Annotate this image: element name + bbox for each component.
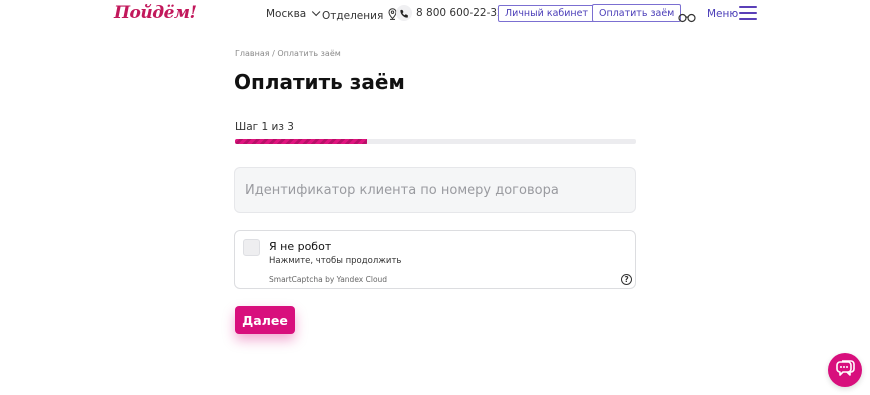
cabinet-button[interactable]: Личный кабинет — [498, 5, 596, 22]
city-selector[interactable]: Москва — [266, 7, 321, 20]
captcha-title: Я не робот — [269, 240, 332, 253]
step-progress-fill — [235, 139, 368, 144]
page-title: Оплатить заём — [234, 70, 405, 94]
city-label: Москва — [266, 8, 307, 20]
chat-icon — [835, 359, 855, 381]
next-button[interactable]: Далее — [235, 306, 295, 334]
menu-label[interactable]: Меню — [707, 8, 738, 20]
captcha-widget[interactable]: Я не робот Нажмите, чтобы продолжить Sma… — [234, 230, 636, 289]
step-indicator: Шаг 1 из 3 — [235, 121, 294, 133]
phone-icon — [396, 5, 412, 21]
captcha-subtitle: Нажмите, чтобы продолжить — [269, 256, 402, 266]
logo[interactable]: Пойдём! — [114, 3, 197, 23]
burger-menu-icon[interactable] — [739, 6, 757, 20]
phone-number: 8 800 600-22-32 — [416, 7, 504, 19]
step-progress-bar — [235, 139, 636, 144]
client-id-input[interactable]: Идентификатор клиента по номеру договора — [234, 167, 636, 213]
chat-button[interactable] — [828, 353, 862, 387]
captcha-brand[interactable]: SmartCaptcha by Yandex Cloud — [269, 275, 387, 284]
site-header: Пойдём! Москва Отделения 8 800 600-22-32… — [0, 0, 870, 28]
phone-link[interactable]: 8 800 600-22-32 — [396, 5, 504, 21]
chevron-down-icon — [312, 7, 321, 17]
captcha-checkbox[interactable] — [243, 239, 260, 256]
glasses-icon[interactable] — [678, 8, 696, 27]
pay-loan-button[interactable]: Оплатить заём — [592, 4, 682, 22]
branches-link[interactable]: Отделения — [322, 8, 397, 23]
help-icon[interactable]: ? — [621, 274, 632, 285]
breadcrumb[interactable]: Главная / Оплатить заём — [235, 49, 341, 58]
branches-label: Отделения — [322, 9, 384, 22]
